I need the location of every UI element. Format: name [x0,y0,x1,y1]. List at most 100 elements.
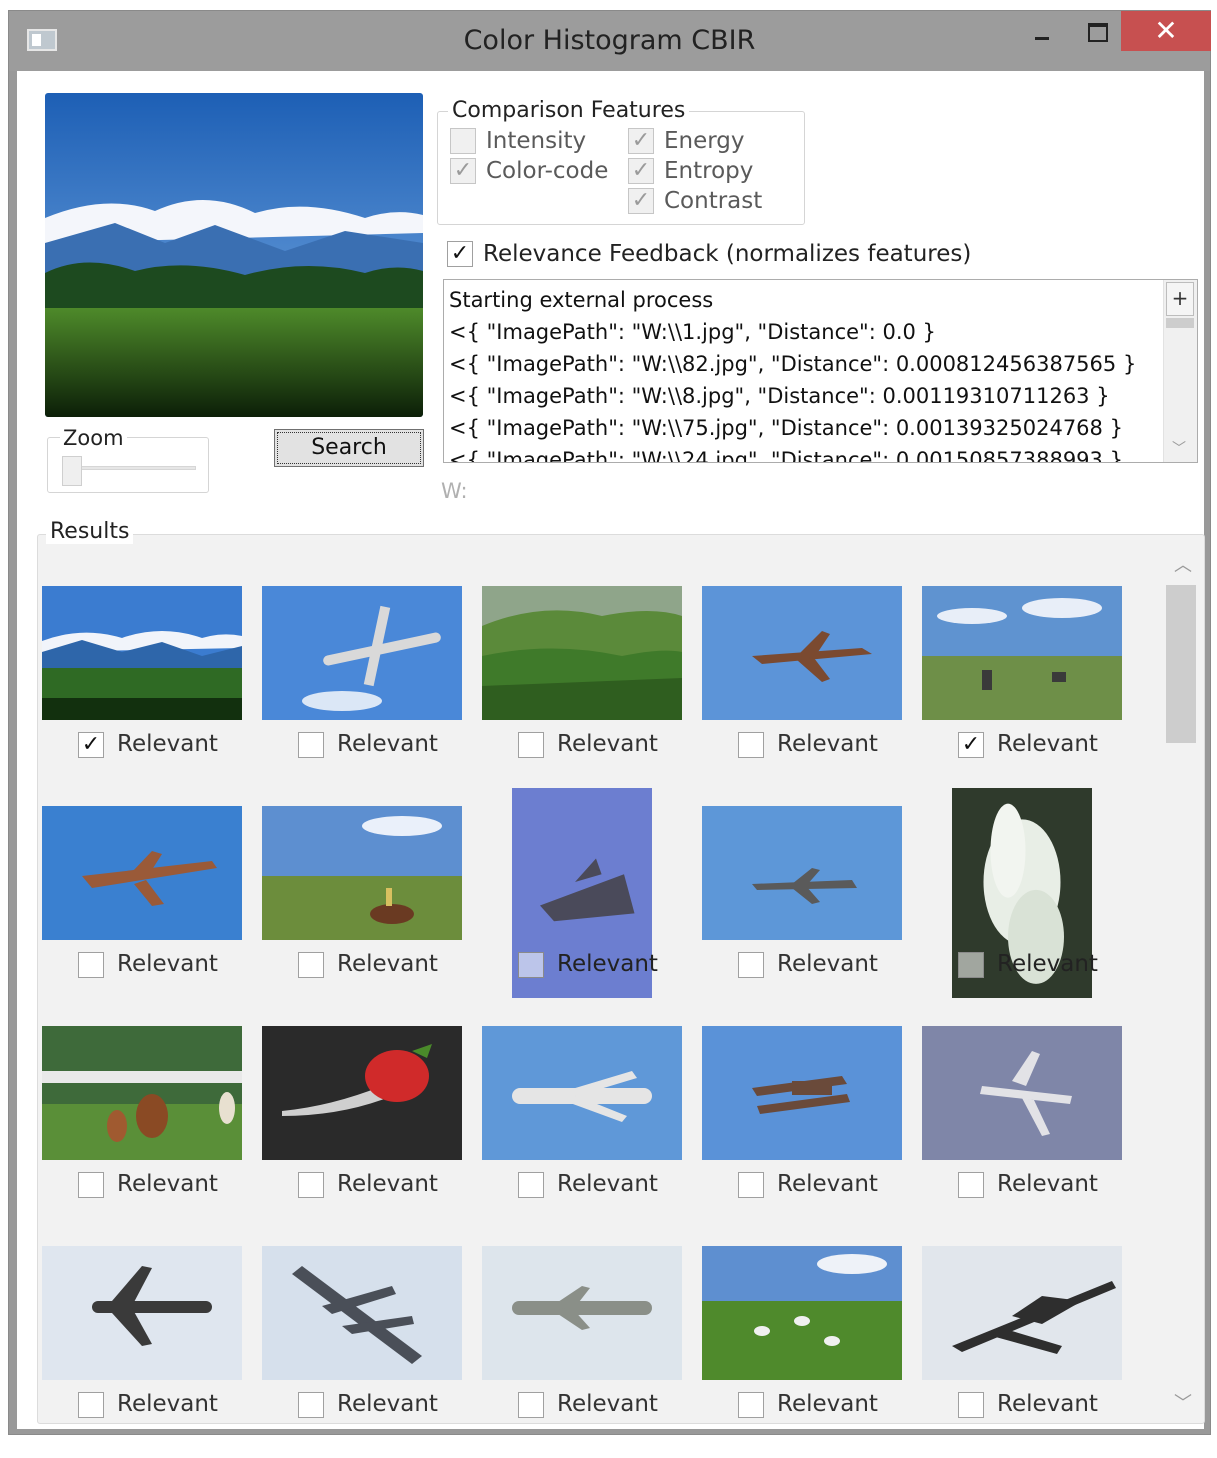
log-line: <{ "ImagePath": "W:\\24.jpg", "Distance"… [449,448,1123,463]
relevant-label: Relevant [337,1391,438,1417]
result-thumbnail[interactable] [42,806,242,940]
relevance-feedback-label: Relevance Feedback (normalizes features) [483,241,972,267]
comparison-features-group: Comparison Features Intensity ✓ Color-co… [437,98,805,225]
relevant-label: Relevant [117,1391,218,1417]
relevant-checkbox[interactable] [958,1172,984,1198]
log-lines: Starting external process <{ "ImagePath"… [449,284,1159,463]
color-code-checkbox[interactable]: ✓ [450,158,476,184]
relevant-checkbox[interactable]: ✓ [78,732,104,758]
chevron-up-icon[interactable]: ︿ [1174,551,1192,577]
relevant-checkbox[interactable] [518,1172,544,1198]
relevant-checkbox[interactable] [298,732,324,758]
result-thumbnail[interactable] [42,1026,242,1160]
relevant-label: Relevant [557,951,658,977]
results-group: Results ✓ Relevant Relevant Relevant Relevan… [37,519,1205,1424]
result-thumbnail[interactable] [702,1026,902,1160]
result-tile: Relevant [702,1246,902,1458]
relevant-label: Relevant [337,951,438,977]
relevant-label: Relevant [117,951,218,977]
relevant-checkbox[interactable] [298,1392,324,1418]
relevant-label: Relevant [557,1391,658,1417]
relevant-label: Relevant [557,1171,658,1197]
relevant-checkbox[interactable] [298,952,324,978]
log-line: <{ "ImagePath": "W:\\8.jpg", "Distance":… [449,384,1110,408]
log-expand-button[interactable]: + [1166,282,1194,316]
energy-label: Energy [664,128,745,154]
result-thumbnail[interactable] [922,1246,1122,1380]
relevant-checkbox[interactable] [78,952,104,978]
title-bar[interactable]: Color Histogram CBIR ✕ [9,11,1211,71]
log-scroll-thumb[interactable] [1166,318,1194,328]
result-thumbnail[interactable] [262,1246,462,1380]
result-tile: Relevant [922,788,1122,1018]
log-scrollbar[interactable]: + ﹀ [1163,280,1197,462]
zoom-group: Zoom [47,426,209,493]
chevron-down-icon[interactable]: ﹀ [1172,438,1186,458]
relevance-feedback-checkbox[interactable]: ✓ [447,241,473,267]
relevant-checkbox[interactable] [78,1392,104,1418]
results-scrollbar[interactable]: ︿ ﹀ [1166,551,1196,1415]
result-thumbnail[interactable] [262,586,462,720]
comparison-features-title: Comparison Features [448,98,690,123]
result-tile: Relevant [42,1026,242,1238]
result-thumbnail[interactable] [922,1026,1122,1160]
result-thumbnail[interactable] [482,586,682,720]
relevant-checkbox[interactable] [518,1392,544,1418]
relevant-checkbox[interactable] [738,1392,764,1418]
intensity-checkbox[interactable] [450,128,476,154]
result-thumbnail[interactable] [482,1246,682,1380]
results-title: Results [46,519,134,544]
log-line: <{ "ImagePath": "W:\\75.jpg", "Distance"… [449,416,1123,440]
minimize-button[interactable] [1017,11,1067,51]
entropy-label: Entropy [664,158,754,184]
relevant-checkbox[interactable] [298,1172,324,1198]
zoom-slider-thumb[interactable] [62,456,82,486]
entropy-checkbox[interactable]: ✓ [628,158,654,184]
relevant-label: Relevant [997,1391,1098,1417]
result-tile: Relevant [922,1246,1122,1458]
relevant-checkbox[interactable]: ✓ [958,732,984,758]
close-button[interactable]: ✕ [1121,11,1211,51]
relevant-checkbox[interactable] [738,952,764,978]
relevant-label: Relevant [777,731,878,757]
relevant-checkbox[interactable] [958,1392,984,1418]
maximize-button[interactable] [1071,11,1121,51]
result-thumbnail[interactable] [262,1026,462,1160]
relevant-checkbox[interactable] [518,732,544,758]
result-thumbnail[interactable] [702,586,902,720]
w-label: W: [441,479,468,503]
search-button[interactable]: Search [274,429,424,467]
relevant-checkbox[interactable] [518,952,544,978]
relevant-checkbox[interactable] [738,732,764,758]
relevant-checkbox[interactable] [78,1172,104,1198]
relevant-checkbox[interactable] [738,1172,764,1198]
result-tile: Relevant [262,806,462,1018]
results-scroll-thumb[interactable] [1166,585,1196,743]
result-tile: Relevant [42,806,242,1018]
result-tile: Relevant [262,586,462,798]
log-line: Starting external process [449,288,714,312]
result-thumbnail[interactable] [702,1246,902,1380]
result-tile: Relevant [482,1026,682,1238]
result-thumbnail[interactable] [922,586,1122,720]
energy-checkbox[interactable]: ✓ [628,128,654,154]
relevant-label: Relevant [777,1171,878,1197]
result-tile: Relevant [702,1026,902,1238]
contrast-checkbox[interactable]: ✓ [628,188,654,214]
chevron-down-icon[interactable]: ﹀ [1174,1389,1192,1415]
result-thumbnail[interactable] [702,806,902,940]
relevant-label: Relevant [117,731,218,757]
result-tile: Relevant [42,1246,242,1458]
result-thumbnail[interactable] [482,1026,682,1160]
relevant-checkbox[interactable] [958,952,984,978]
result-thumbnail[interactable] [42,586,242,720]
result-tile: ✓ Relevant [922,586,1122,798]
zoom-slider-track[interactable] [66,466,196,470]
relevant-label: Relevant [777,951,878,977]
result-thumbnail[interactable] [262,806,462,940]
result-thumbnail[interactable] [42,1246,242,1380]
relevant-label: Relevant [337,731,438,757]
process-log-textbox[interactable]: Starting external process <{ "ImagePath"… [443,279,1198,463]
relevant-label: Relevant [997,731,1098,757]
app-window: Color Histogram CBIR ✕ Zoom Search Compa… [8,10,1211,1435]
